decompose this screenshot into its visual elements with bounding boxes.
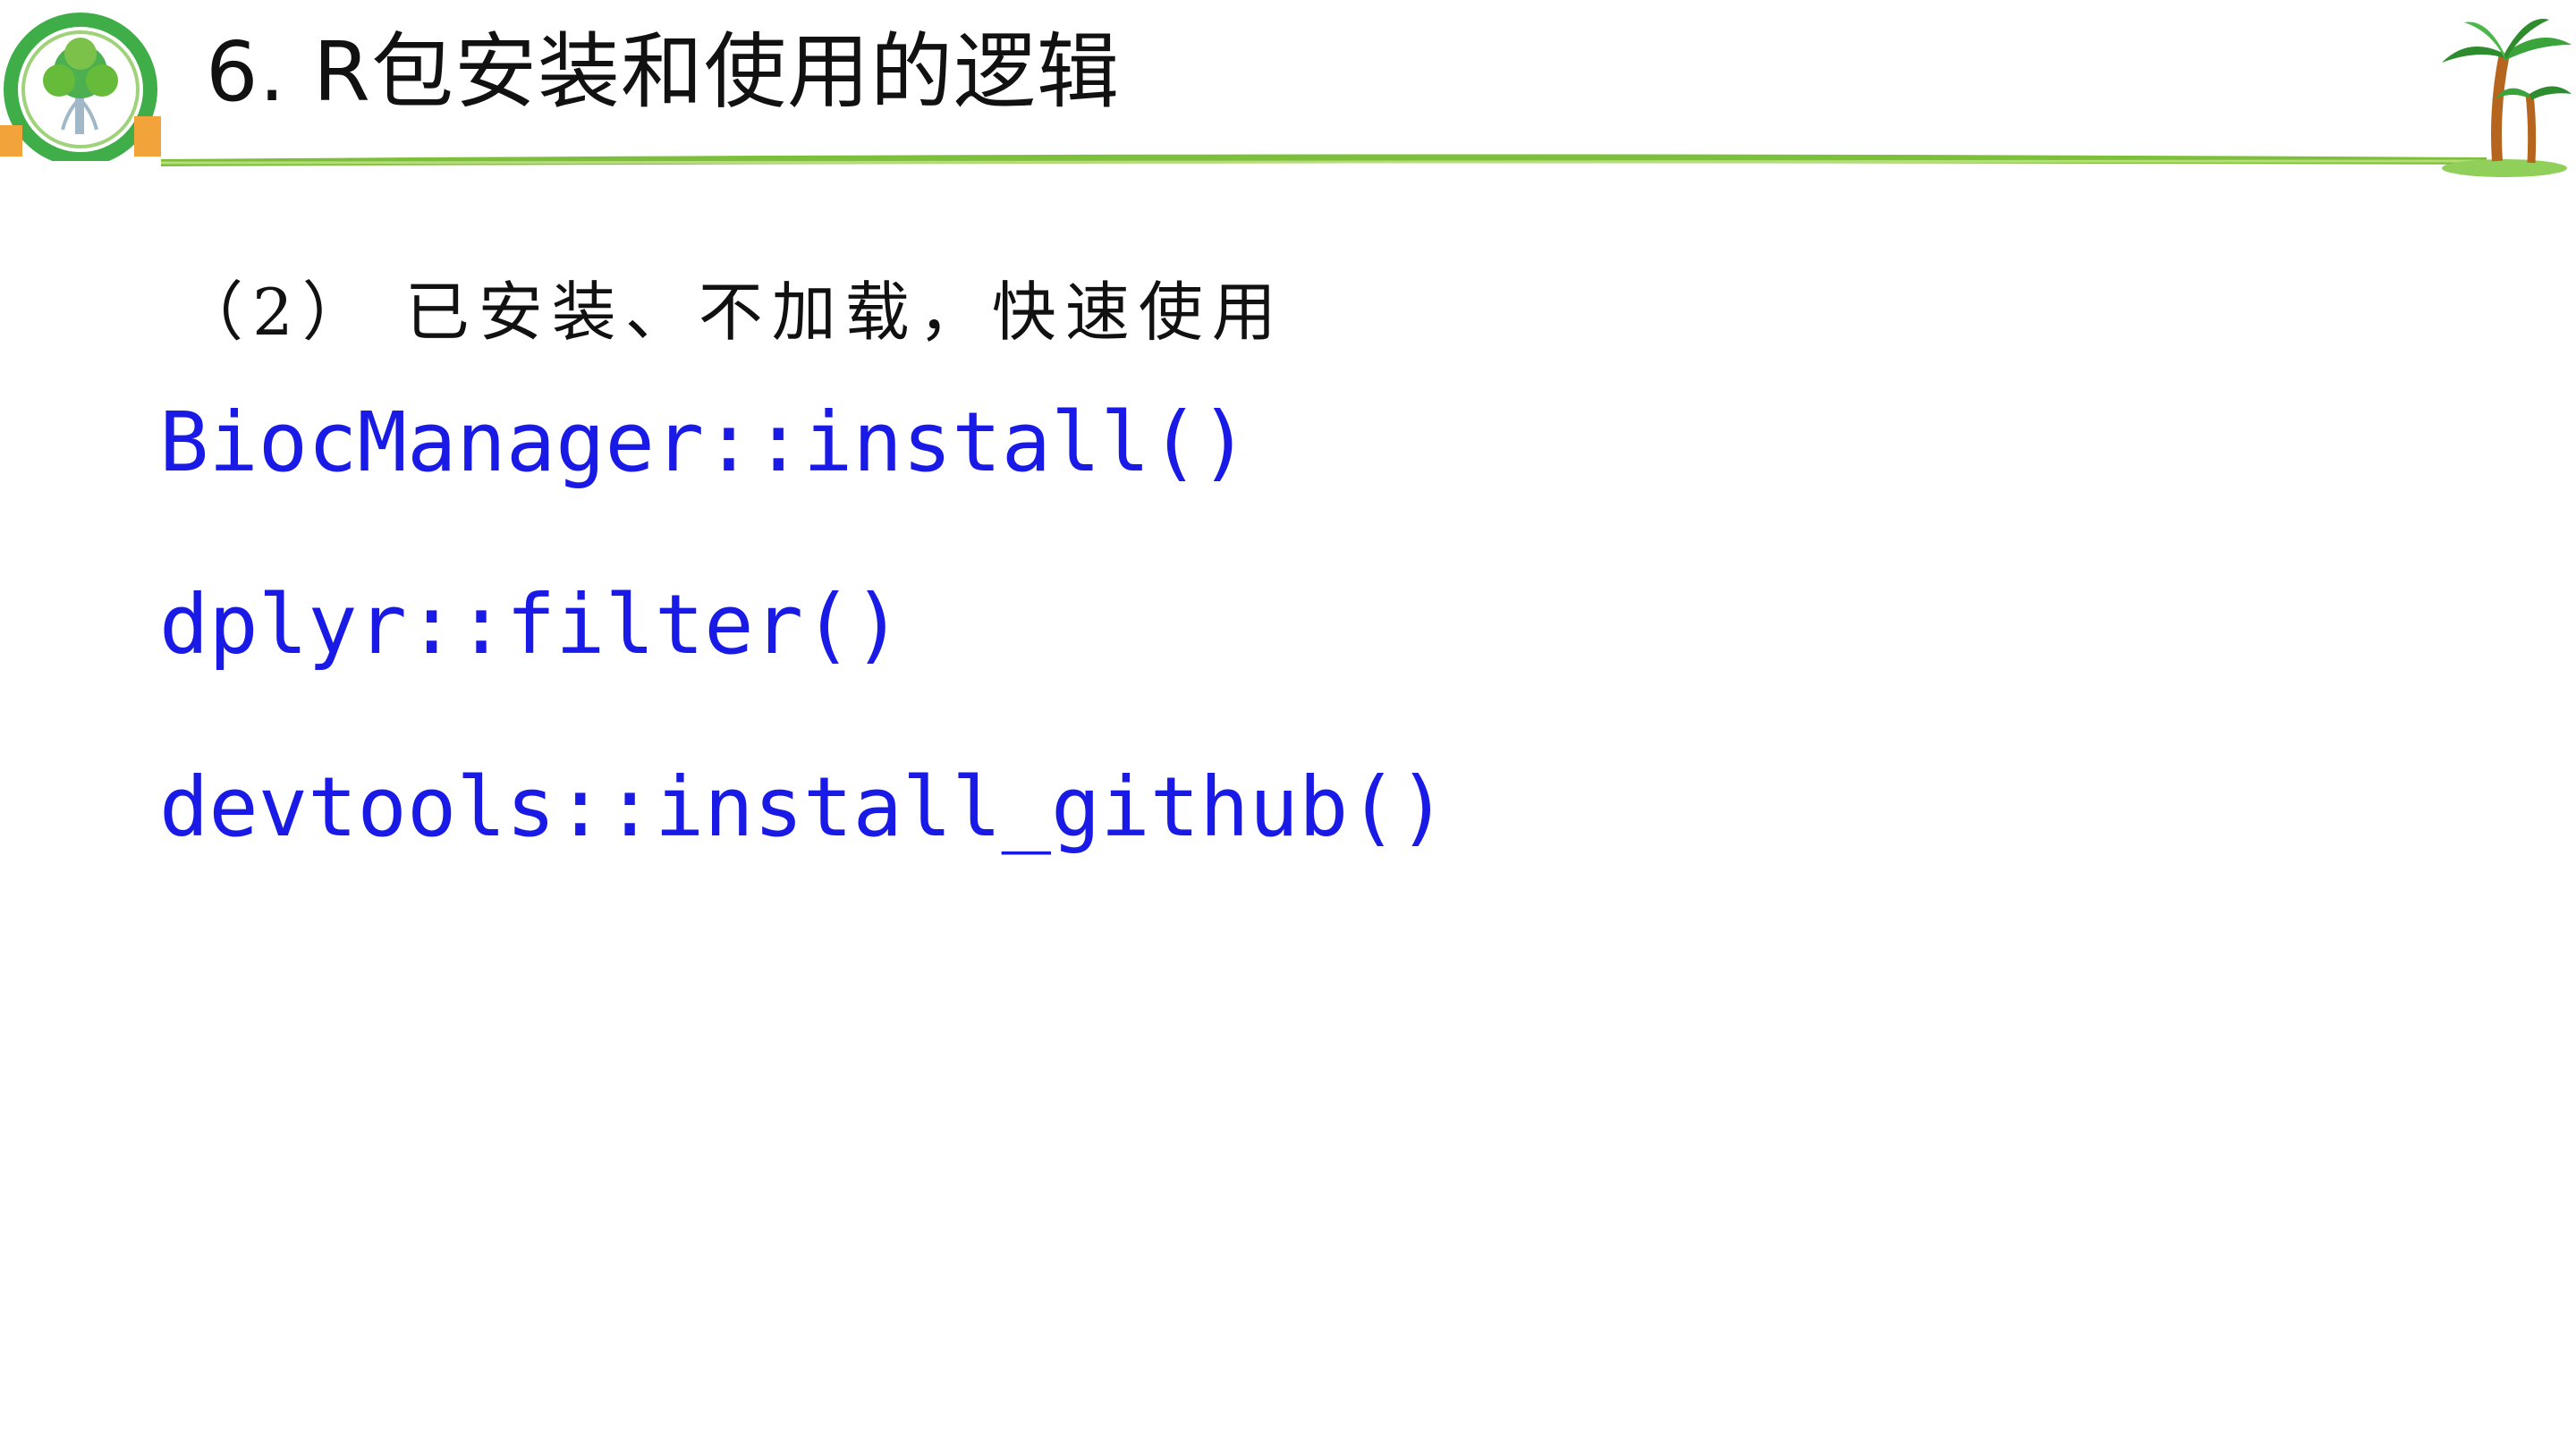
section-subtitle: （2） 已安装、不加载，快速使用 <box>179 275 1285 350</box>
code-line-devtools: devtools::install_github() <box>159 759 1448 855</box>
code-line-dplyr: dplyr::filter() <box>159 577 902 673</box>
logo-icon <box>0 13 161 161</box>
palm-tree-icon <box>2442 19 2572 177</box>
page-title: 6. R包安装和使用的逻辑 <box>206 24 1120 120</box>
slide: 6. R包安装和使用的逻辑 （2） 已安装、不加载，快速使用 BiocManag… <box>0 0 2576 1449</box>
code-line-biocmanager: BiocManager::install() <box>159 394 1250 490</box>
code-list: BiocManager::install() dplyr::filter() d… <box>159 385 1447 932</box>
header-divider <box>160 154 2487 166</box>
